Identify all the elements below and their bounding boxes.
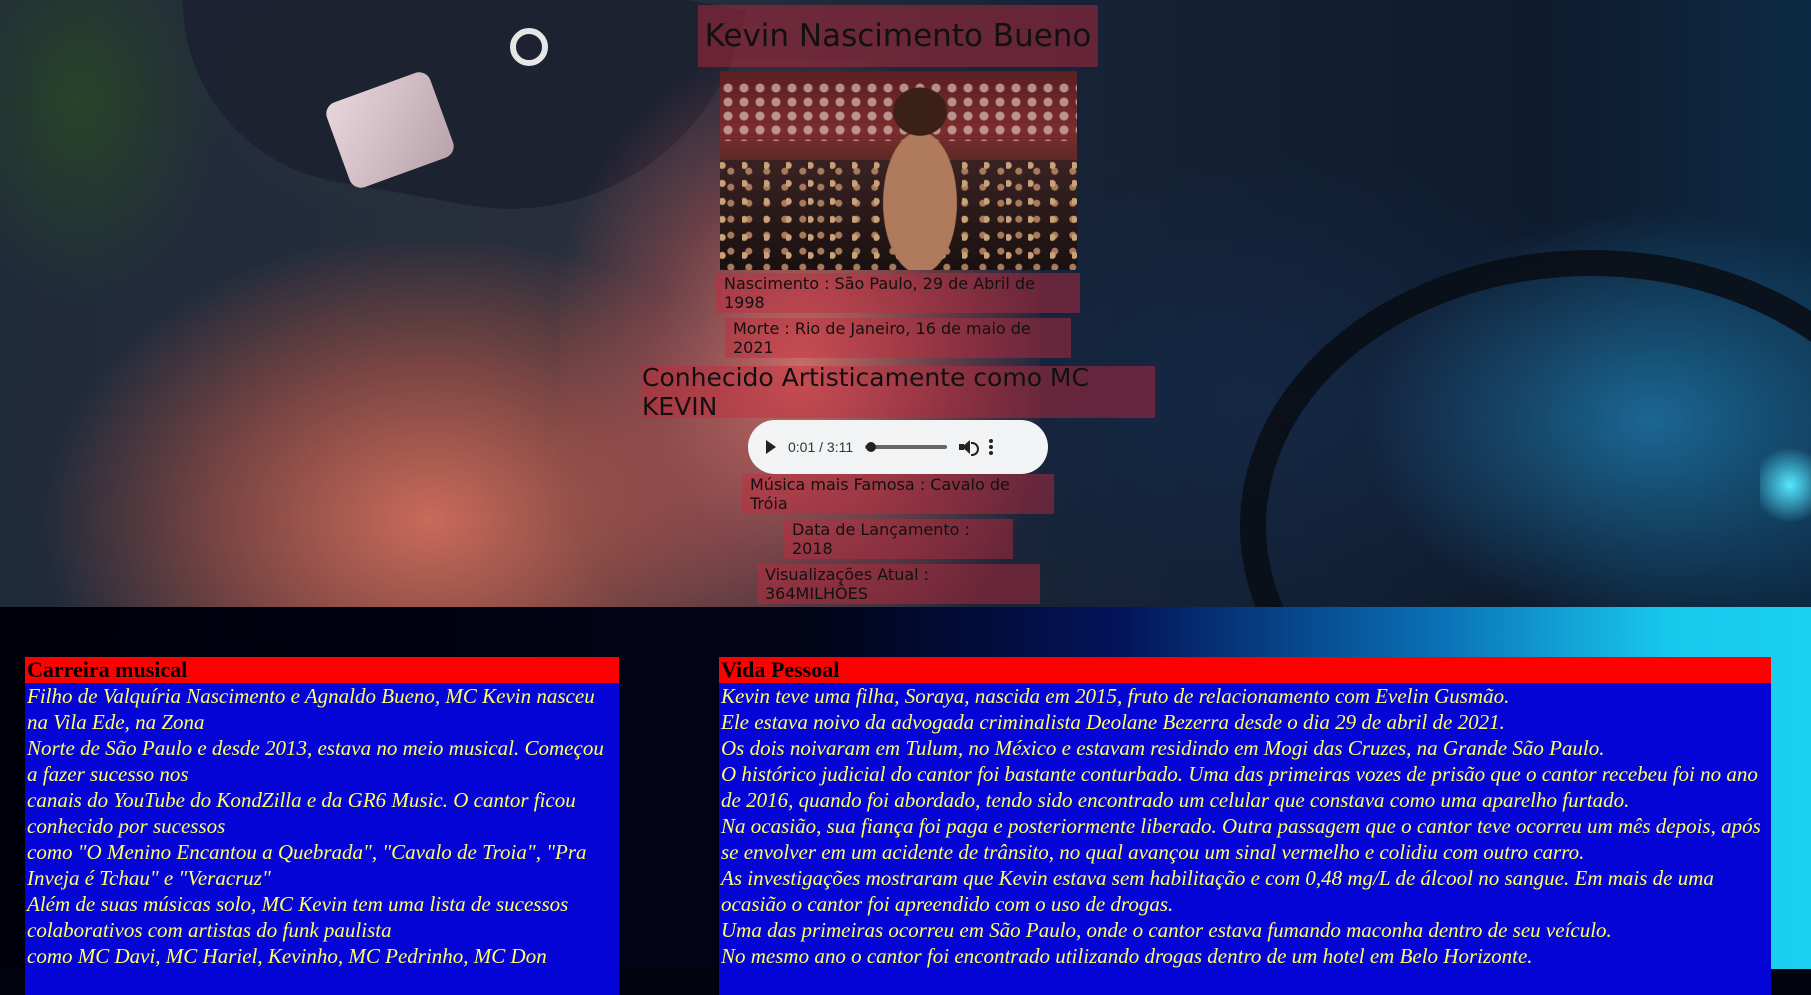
career-line: canais do YouTube do KondZilla e da GR6 … bbox=[27, 788, 576, 838]
death-info: Morte : Rio de Janeiro, 16 de maio de 20… bbox=[725, 318, 1071, 358]
career-text: Filho de Valquíria Nascimento e Agnaldo … bbox=[25, 683, 619, 995]
singer-figure bbox=[865, 85, 975, 270]
more-options-icon[interactable] bbox=[989, 439, 994, 455]
personal-line: Uma das primeiras ocorreu em São Paulo, … bbox=[721, 918, 1612, 942]
play-icon[interactable] bbox=[766, 440, 776, 454]
personal-line: Os dois noivaram em Tulum, no México e e… bbox=[721, 736, 1605, 760]
personal-heading: Vida Pessoal bbox=[719, 657, 1771, 683]
career-line: Filho de Valquíria Nascimento e Agnaldo … bbox=[27, 684, 595, 734]
personal-text: Kevin teve uma filha, Soraya, nascida em… bbox=[719, 683, 1771, 995]
personal-line: As investigações mostraram que Kevin est… bbox=[721, 866, 1714, 916]
birth-info: Nascimento : São Paulo, 29 de Abril de 1… bbox=[716, 273, 1080, 313]
audio-seek-bar[interactable] bbox=[865, 442, 948, 452]
audio-time: 0:01 / 3:11 bbox=[788, 439, 854, 455]
personal-line: Kevin teve uma filha, Soraya, nascida em… bbox=[721, 684, 1510, 708]
personal-section: Vida Pessoal Kevin teve uma filha, Soray… bbox=[719, 657, 1771, 995]
steering-wheel bbox=[1240, 250, 1811, 607]
career-line: Além de suas músicas solo, MC Kevin tem … bbox=[27, 892, 569, 942]
hero-background: Kevin Nascimento Bueno Nascimento : São … bbox=[0, 0, 1811, 607]
personal-line: Ele estava noivo da advogada criminalist… bbox=[721, 710, 1505, 734]
career-line: como "O Menino Encantou a Quebrada", "Ca… bbox=[27, 840, 587, 890]
release-date: Data de Lançamento : 2018 bbox=[784, 519, 1013, 559]
career-line: Norte de São Paulo e desde 2013, estava … bbox=[27, 736, 604, 786]
dashboard-light bbox=[1760, 440, 1811, 530]
artist-photo bbox=[720, 71, 1077, 270]
personal-line: Na ocasião, sua fiança foi paga e poster… bbox=[721, 814, 1761, 864]
page-title: Kevin Nascimento Bueno bbox=[698, 5, 1098, 67]
volume-icon[interactable] bbox=[959, 440, 980, 456]
seek-knob[interactable] bbox=[865, 442, 876, 452]
views-count: Visualizações Atual : 364MILHÔES bbox=[757, 564, 1040, 604]
career-heading: Carreira musical bbox=[25, 657, 619, 683]
career-line: como MC Davi, MC Hariel, Kevinho, MC Ped… bbox=[27, 944, 547, 968]
personal-line: O histórico judicial do cantor foi basta… bbox=[721, 762, 1758, 812]
famous-song: Música mais Famosa : Cavalo de Tróia bbox=[742, 474, 1054, 514]
career-section: Carreira musical Filho de Valquíria Nasc… bbox=[25, 657, 619, 995]
artist-subtitle: Conhecido Artisticamente como MC KEVIN bbox=[642, 363, 1155, 421]
personal-line: No mesmo ano o cantor foi encontrado uti… bbox=[721, 944, 1533, 968]
cap-ring bbox=[510, 28, 548, 66]
audio-player[interactable]: 0:01 / 3:11 bbox=[748, 420, 1048, 474]
